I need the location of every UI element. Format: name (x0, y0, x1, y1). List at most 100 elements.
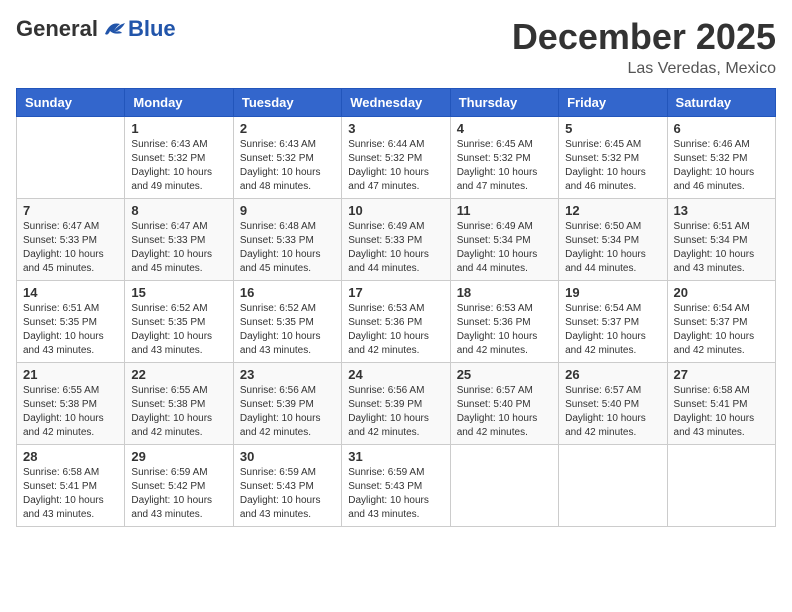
day-info: Sunrise: 6:59 AMSunset: 5:42 PMDaylight:… (131, 466, 226, 522)
calendar-cell: 31 Sunrise: 6:59 AMSunset: 5:43 PMDayligh… (342, 445, 450, 527)
calendar-cell: 16Sunrise: 6:52 AMSunset: 5:35 PMDayligh… (233, 281, 341, 363)
day-header-monday: Monday (125, 89, 233, 117)
calendar-cell: 28 Sunrise: 6:58 AMSunset: 5:41 PMDayligh… (17, 445, 125, 527)
location-title: Las Veredas, Mexico (512, 60, 776, 78)
day-info: Sunrise: 6:56 AMSunset: 5:39 PMDaylight:… (240, 384, 335, 440)
calendar-cell: 26 Sunrise: 6:57 AMSunset: 5:40 PMDayligh… (559, 363, 667, 445)
day-number: 24 (348, 367, 443, 382)
day-number: 28 (23, 449, 118, 464)
day-number: 25 (457, 367, 552, 382)
day-number: 22 (131, 367, 226, 382)
day-info: Sunrise: 6:50 AMSunset: 5:34 PMDaylight:… (565, 220, 660, 276)
logo-blue-text: Blue (128, 16, 176, 42)
calendar-cell: 5Sunrise: 6:45 AMSunset: 5:32 PMDaylight… (559, 117, 667, 199)
day-info: Sunrise: 6:57 AMSunset: 5:40 PMDaylight:… (565, 384, 660, 440)
day-number: 18 (457, 285, 552, 300)
calendar-cell (450, 445, 558, 527)
day-number: 11 (457, 203, 552, 218)
day-info: Sunrise: 6:47 AMSunset: 5:33 PMDaylight:… (23, 220, 118, 276)
calendar-week-row: 1 Sunrise: 6:43 AMSunset: 5:32 PMDaylight… (17, 117, 776, 199)
calendar-cell: 15Sunrise: 6:52 AMSunset: 5:35 PMDayligh… (125, 281, 233, 363)
calendar-cell: 18 Sunrise: 6:53 AMSunset: 5:36 PMDayligh… (450, 281, 558, 363)
day-number: 30 (240, 449, 335, 464)
day-info: Sunrise: 6:43 AMSunset: 5:32 PMDaylight:… (240, 138, 335, 194)
day-number: 21 (23, 367, 118, 382)
calendar-cell: 21 Sunrise: 6:55 AMSunset: 5:38 PMDayligh… (17, 363, 125, 445)
day-number: 14 (23, 285, 118, 300)
day-number: 20 (674, 285, 769, 300)
day-info: Sunrise: 6:59 AMSunset: 5:43 PMDaylight:… (240, 466, 335, 522)
day-info: Sunrise: 6:56 AMSunset: 5:39 PMDaylight:… (348, 384, 443, 440)
calendar-cell (17, 117, 125, 199)
calendar-header-row: SundayMondayTuesdayWednesdayThursdayFrid… (17, 89, 776, 117)
day-number: 13 (674, 203, 769, 218)
calendar-cell: 20 Sunrise: 6:54 AMSunset: 5:37 PMDayligh… (667, 281, 775, 363)
day-info: Sunrise: 6:51 AMSunset: 5:34 PMDaylight:… (674, 220, 769, 276)
day-info: Sunrise: 6:46 AMSunset: 5:32 PMDaylight:… (674, 138, 769, 194)
calendar-cell: 10 Sunrise: 6:49 AMSunset: 5:33 PMDayligh… (342, 199, 450, 281)
day-info: Sunrise: 6:45 AMSunset: 5:32 PMDaylight:… (457, 138, 552, 194)
day-info: Sunrise: 6:48 AMSunset: 5:33 PMDaylight:… (240, 220, 335, 276)
day-header-friday: Friday (559, 89, 667, 117)
calendar-cell: 12 Sunrise: 6:50 AMSunset: 5:34 PMDayligh… (559, 199, 667, 281)
calendar-cell: 27 Sunrise: 6:58 AMSunset: 5:41 PMDayligh… (667, 363, 775, 445)
day-info: Sunrise: 6:58 AMSunset: 5:41 PMDaylight:… (23, 466, 118, 522)
calendar-cell: 9Sunrise: 6:48 AMSunset: 5:33 PMDaylight… (233, 199, 341, 281)
day-number: 27 (674, 367, 769, 382)
day-info: Sunrise: 6:55 AMSunset: 5:38 PMDaylight:… (131, 384, 226, 440)
calendar-week-row: 21 Sunrise: 6:55 AMSunset: 5:38 PMDayligh… (17, 363, 776, 445)
calendar-table: SundayMondayTuesdayWednesdayThursdayFrid… (16, 88, 776, 527)
logo-bird-icon (100, 19, 128, 39)
calendar-week-row: 28 Sunrise: 6:58 AMSunset: 5:41 PMDayligh… (17, 445, 776, 527)
page-header: General Blue December 2025 Las Veredas, … (16, 16, 776, 78)
calendar-cell: 4 Sunrise: 6:45 AMSunset: 5:32 PMDaylight… (450, 117, 558, 199)
calendar-cell: 25 Sunrise: 6:57 AMSunset: 5:40 PMDayligh… (450, 363, 558, 445)
day-info: Sunrise: 6:58 AMSunset: 5:41 PMDaylight:… (674, 384, 769, 440)
day-header-wednesday: Wednesday (342, 89, 450, 117)
day-info: Sunrise: 6:51 AMSunset: 5:35 PMDaylight:… (23, 302, 118, 358)
day-number: 15 (131, 285, 226, 300)
day-number: 23 (240, 367, 335, 382)
calendar-cell (559, 445, 667, 527)
calendar-cell: 19Sunrise: 6:54 AMSunset: 5:37 PMDayligh… (559, 281, 667, 363)
day-info: Sunrise: 6:43 AMSunset: 5:32 PMDaylight:… (131, 138, 226, 194)
calendar-cell: 23 Sunrise: 6:56 AMSunset: 5:39 PMDayligh… (233, 363, 341, 445)
calendar-cell: 30 Sunrise: 6:59 AMSunset: 5:43 PMDayligh… (233, 445, 341, 527)
day-number: 1 (131, 121, 226, 136)
day-number: 4 (457, 121, 552, 136)
day-info: Sunrise: 6:54 AMSunset: 5:37 PMDaylight:… (674, 302, 769, 358)
calendar-cell: 7 Sunrise: 6:47 AMSunset: 5:33 PMDaylight… (17, 199, 125, 281)
day-number: 2 (240, 121, 335, 136)
day-info: Sunrise: 6:45 AMSunset: 5:32 PMDaylight:… (565, 138, 660, 194)
day-info: Sunrise: 6:55 AMSunset: 5:38 PMDaylight:… (23, 384, 118, 440)
day-number: 31 (348, 449, 443, 464)
day-number: 6 (674, 121, 769, 136)
calendar-cell: 22 Sunrise: 6:55 AMSunset: 5:38 PMDayligh… (125, 363, 233, 445)
day-info: Sunrise: 6:53 AMSunset: 5:36 PMDaylight:… (348, 302, 443, 358)
calendar-cell: 3 Sunrise: 6:44 AMSunset: 5:32 PMDaylight… (342, 117, 450, 199)
day-number: 3 (348, 121, 443, 136)
calendar-cell: 11Sunrise: 6:49 AMSunset: 5:34 PMDayligh… (450, 199, 558, 281)
day-number: 10 (348, 203, 443, 218)
day-info: Sunrise: 6:59 AMSunset: 5:43 PMDaylight:… (348, 466, 443, 522)
day-header-thursday: Thursday (450, 89, 558, 117)
day-number: 12 (565, 203, 660, 218)
day-info: Sunrise: 6:57 AMSunset: 5:40 PMDaylight:… (457, 384, 552, 440)
day-header-tuesday: Tuesday (233, 89, 341, 117)
calendar-cell (667, 445, 775, 527)
logo-general-text: General (16, 16, 98, 42)
calendar-cell: 6 Sunrise: 6:46 AMSunset: 5:32 PMDaylight… (667, 117, 775, 199)
day-info: Sunrise: 6:52 AMSunset: 5:35 PMDaylight:… (240, 302, 335, 358)
day-info: Sunrise: 6:53 AMSunset: 5:36 PMDaylight:… (457, 302, 552, 358)
day-number: 8 (131, 203, 226, 218)
calendar-cell: 14 Sunrise: 6:51 AMSunset: 5:35 PMDayligh… (17, 281, 125, 363)
day-number: 7 (23, 203, 118, 218)
calendar-week-row: 7 Sunrise: 6:47 AMSunset: 5:33 PMDaylight… (17, 199, 776, 281)
day-info: Sunrise: 6:49 AMSunset: 5:33 PMDaylight:… (348, 220, 443, 276)
day-info: Sunrise: 6:54 AMSunset: 5:37 PMDaylight:… (565, 302, 660, 358)
day-number: 29 (131, 449, 226, 464)
day-number: 26 (565, 367, 660, 382)
day-info: Sunrise: 6:44 AMSunset: 5:32 PMDaylight:… (348, 138, 443, 194)
calendar-cell: 1 Sunrise: 6:43 AMSunset: 5:32 PMDaylight… (125, 117, 233, 199)
day-header-saturday: Saturday (667, 89, 775, 117)
